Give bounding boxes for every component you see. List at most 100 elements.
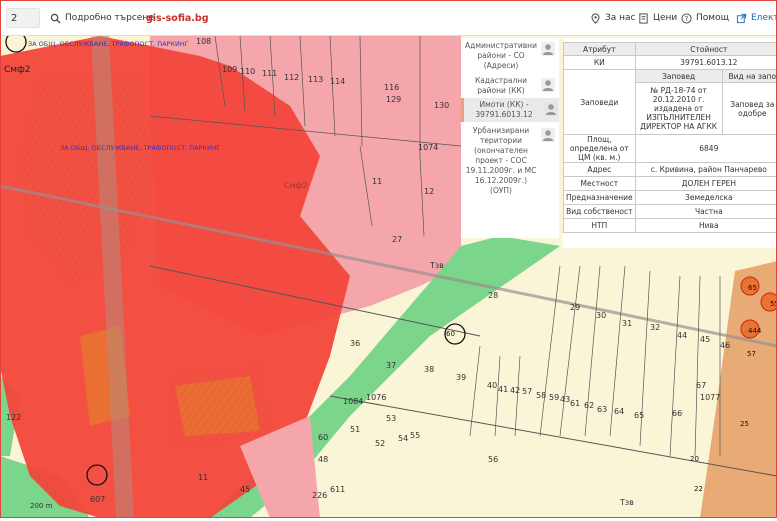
external-link-icon <box>736 13 747 23</box>
label-tzv-b: Тзв <box>619 498 634 507</box>
parcel-label: 27 <box>392 235 402 244</box>
parcel-label: 42 <box>510 386 520 395</box>
user-icon[interactable] <box>541 128 555 142</box>
parcel-label: 45 <box>240 485 250 494</box>
advanced-search-link[interactable]: Подробно търсене <box>50 0 154 36</box>
document-icon <box>639 12 648 24</box>
user-icon[interactable] <box>541 78 555 92</box>
label-smf2-b: Смф2 <box>284 181 308 190</box>
orders-key: Заповеди <box>563 69 636 135</box>
parcel-label: 58 <box>536 391 546 400</box>
parcel-label: 11 <box>198 473 208 482</box>
parcel-label: 53 <box>386 414 396 423</box>
parcel-label: 108 <box>196 37 211 46</box>
property-info-table: Атрибут Стойност КИ 39791.6013.12 Запове… <box>563 42 777 233</box>
search-input[interactable]: 2 <box>6 8 40 28</box>
parcel-label: 46 <box>720 341 730 350</box>
parcel-label: 226 <box>312 491 327 500</box>
site-title[interactable]: gis-sofia.bg <box>146 0 209 36</box>
layer-label: Имоти (КК) - 39791.6013.12 <box>475 100 533 119</box>
parcel-label: 57 <box>747 350 756 358</box>
parcel-label: 59 <box>549 393 559 402</box>
label-smf2-a: Смф2 <box>4 65 31 75</box>
layers-panel: Административни райони - СО (Адреси) Кад… <box>461 38 559 238</box>
user-icon[interactable] <box>541 42 555 56</box>
ntp-value: Нива <box>634 218 777 233</box>
ki-key: КИ <box>563 55 636 70</box>
about-link[interactable]: За нас <box>590 0 636 36</box>
parcel-label: 113 <box>308 75 323 84</box>
advanced-search-label: Подробно търсене <box>65 13 154 23</box>
layer-label: Урбанизирани територии (окончателен прое… <box>465 126 537 195</box>
parcel-label: 67 <box>696 381 706 390</box>
electronic-label: Електр <box>751 13 777 23</box>
layer-urbanized-territories[interactable]: Урбанизирани територии (окончателен прое… <box>461 124 559 195</box>
parcel-label: 39 <box>456 373 466 382</box>
col-attribute-header: Атрибут <box>563 42 636 56</box>
search-icon <box>50 13 61 24</box>
label-scale: 200 m <box>30 502 53 510</box>
layer-cadastral-districts[interactable]: Кадастрални райони (КК) <box>461 74 559 98</box>
parcel-label: 1077 <box>700 393 720 402</box>
parcel-label: 114 <box>330 77 345 86</box>
parcel-label: 65 <box>748 284 757 292</box>
parcel-label: 111 <box>262 69 277 78</box>
parcel-label: 64 <box>614 407 624 416</box>
parcel-label: 45 <box>700 335 710 344</box>
parcel-label: 65 <box>634 411 644 420</box>
parcel-label: 40 <box>487 381 497 390</box>
help-icon: ? <box>681 12 692 24</box>
location-pin-icon <box>591 12 600 24</box>
parcel-label: 60 <box>318 433 328 442</box>
top-bar: 2 Подробно търсене gis-sofia.bg За нас Ц… <box>0 0 777 36</box>
parcel-label: 444 <box>748 327 762 335</box>
parcel-label: 55 <box>410 431 420 440</box>
parcel-label: 36 <box>350 339 360 348</box>
parcel-label: 51 <box>350 425 360 434</box>
electronic-link[interactable]: Електр <box>736 0 777 36</box>
parcel-label: 61 <box>570 399 580 408</box>
parcel-label: 57 <box>522 387 532 396</box>
help-label: Помощ <box>696 13 730 23</box>
property-info-panel: Атрибут Стойност КИ 39791.6013.12 Запове… <box>563 38 777 248</box>
parcel-label: 63 <box>597 405 607 414</box>
parcel-label: 56 <box>488 455 498 464</box>
layer-label: Административни райони - СО (Адреси) <box>465 41 537 70</box>
parcel-label: 1074 <box>418 143 438 152</box>
parcel-label: 32 <box>650 323 660 332</box>
parcel-label: 112 <box>284 73 299 82</box>
address-value: с. Кривина, район Панчарево <box>634 162 777 177</box>
parcel-label: 130 <box>434 101 449 110</box>
hatch-patch-2 <box>170 366 270 446</box>
parcel-label: 22 <box>694 485 703 493</box>
parcel-label: 41 <box>498 385 508 394</box>
parcel-label: 30 <box>596 311 606 320</box>
locality-key: Местност <box>563 176 636 191</box>
parcel-label: 60 <box>446 330 455 338</box>
user-icon[interactable] <box>544 102 558 116</box>
locality-value: ДОЛЕН ГЕРЕН <box>634 176 777 191</box>
ownership-key: Вид собственост <box>563 204 636 219</box>
layer-admin-districts[interactable]: Административни райони - СО (Адреси) <box>461 38 559 74</box>
parcel-label: 109 <box>222 65 237 74</box>
parcel-label: 116 <box>384 83 399 92</box>
parcel-label: 20 <box>690 455 699 463</box>
ownership-value: Частна <box>634 204 777 219</box>
parcel-label: 1084 <box>343 397 363 406</box>
orders-col-type: Вид на запо <box>721 69 777 83</box>
layer-properties-selected[interactable]: Имоти (КК) - 39791.6013.12 <box>461 98 559 122</box>
parcel-label: 66 <box>672 409 682 418</box>
order-text: № РД-18-74 от 20.12.2010 г. издадена от … <box>634 82 723 135</box>
parcel-label: 28 <box>488 291 498 300</box>
parcel-label: 12 <box>424 187 434 196</box>
parcel-label: 54 <box>398 434 408 443</box>
orders-col-order: Заповед <box>634 69 723 83</box>
area-key: Площ, определена от ЦМ (кв. м.) <box>563 134 636 163</box>
label-zone-b: ЗА ОБЩ. ОБСЛУЖВАНЕ, ТРАФОПОСТ, ПАРКИНГ <box>60 144 221 152</box>
label-zone-a: ЗА ОБЩ. ОБСЛУЖВАНЕ, ТРАФОПОСТ, ПАРКИНГ <box>28 40 189 48</box>
parcel-label: 129 <box>386 95 401 104</box>
parcel-label: 55 <box>770 300 777 308</box>
help-link[interactable]: ? Помощ <box>681 0 729 36</box>
prices-link[interactable]: Цени <box>638 0 677 36</box>
parcel-label: 43 <box>560 395 570 404</box>
